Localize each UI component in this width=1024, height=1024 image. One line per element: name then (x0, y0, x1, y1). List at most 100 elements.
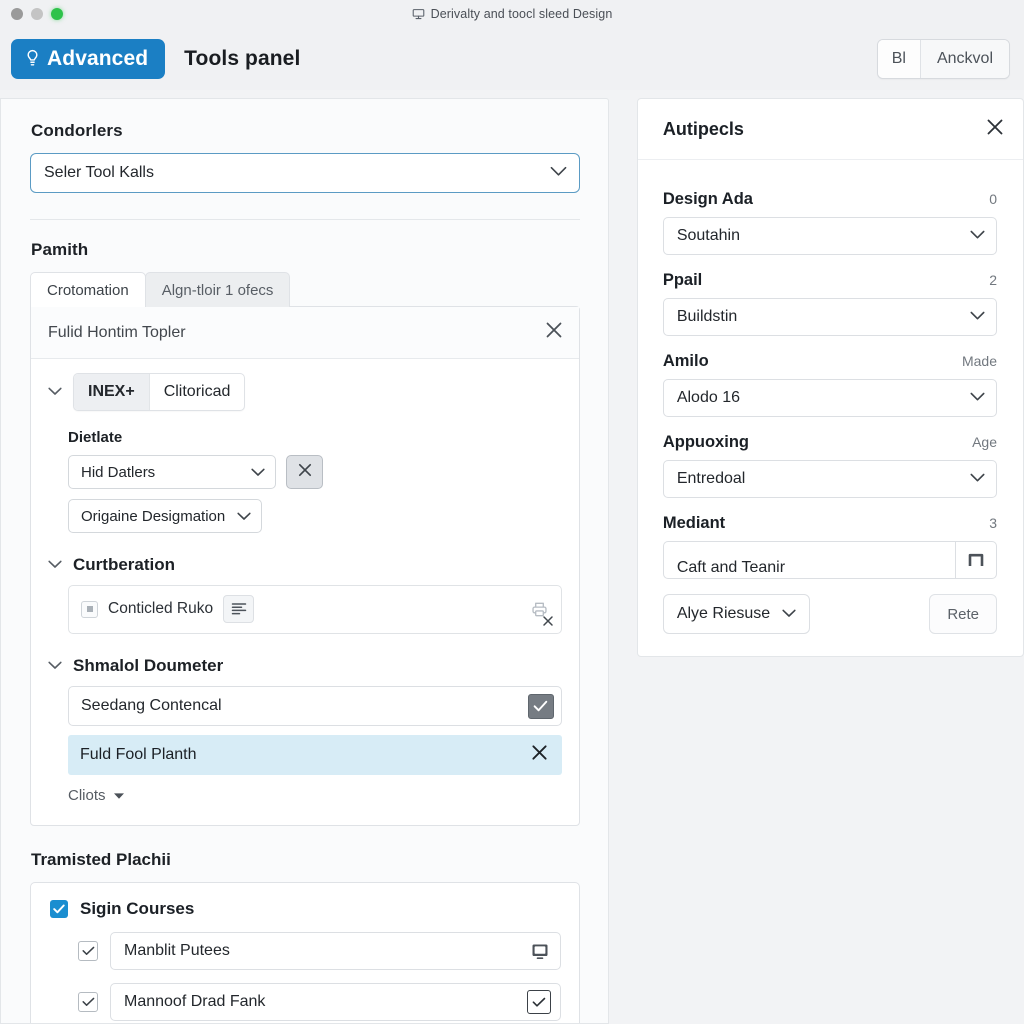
sigin-courses-label: Sigin Courses (80, 899, 195, 918)
chevron-down-icon (970, 470, 985, 488)
maximize-window-button[interactable] (51, 8, 63, 20)
tool-kalls-select[interactable]: Seler Tool Kalls (30, 153, 580, 193)
autipecls-title: Autipecls (662, 119, 744, 139)
checklist-card: Sigin Courses Manblit Putees Mannoof Dra… (30, 882, 580, 1023)
mode-segmented-control[interactable]: INEX+ Clitoricad (73, 373, 246, 411)
appuoxing-select[interactable]: Entredoal (662, 460, 997, 498)
lightbulb-icon (25, 49, 40, 68)
mediant-label-row: Mediant 3 (663, 514, 997, 533)
manblit-putees-field[interactable]: Manblit Putees (110, 932, 561, 970)
alye-riesuse-dropdown[interactable]: Alye Riesuse (662, 594, 811, 634)
mediant-meta: 3 (989, 515, 997, 531)
cliots-dropdown[interactable]: Cliots (68, 787, 125, 804)
fuld-fool-planth-label: Fuld Fool Planth (80, 746, 197, 763)
autipecls-footer: Alye Riesuse Rete (662, 594, 997, 634)
text-align-icon[interactable] (223, 595, 255, 623)
dietlate-label: Dietlate (68, 429, 123, 446)
caret-down-icon (113, 787, 125, 804)
amilo-label-row: Amilo Made (663, 352, 997, 371)
chevron-down-icon[interactable] (48, 657, 62, 675)
clear-dietlate-button[interactable] (286, 455, 323, 489)
rete-button[interactable]: Rete (929, 594, 997, 634)
tab-algn-tloir[interactable]: Algn-tloir 1 ofecs (144, 272, 291, 307)
square-outline-icon[interactable] (955, 541, 997, 579)
segment-anckvol[interactable]: Anckvol (919, 40, 1009, 78)
monitor-icon[interactable] (529, 940, 551, 962)
alye-riesuse-label: Alye Riesuse (676, 605, 771, 622)
design-ada-select[interactable]: Soutahin (662, 217, 997, 255)
segment-inex[interactable]: INEX+ (74, 374, 149, 410)
conticled-ruko-label: Conticled Ruko (108, 600, 214, 617)
close-icon[interactable] (544, 320, 564, 345)
ppail-meta: 2 (989, 272, 997, 288)
window-title-text: Derivalty and toocl sleed Design (430, 7, 613, 21)
advanced-badge-button[interactable]: Advanced (11, 39, 166, 79)
mode-row: INEX+ Clitoricad (48, 373, 562, 411)
app-header: Advanced Tools panel Bl Anckvol (0, 28, 1024, 90)
tab-crotomation[interactable]: Crotomation (30, 272, 146, 307)
mediant-input-group: Caft and Teanir (662, 541, 997, 579)
close-icon[interactable] (985, 117, 1005, 142)
design-ada-label: Design Ada (662, 190, 753, 208)
checkbox-checked-icon[interactable] (527, 693, 554, 719)
cliots-label: Cliots (68, 787, 106, 804)
minimize-window-button[interactable] (31, 8, 43, 20)
chevron-down-icon (241, 464, 265, 481)
mediant-input[interactable]: Caft and Teanir (662, 541, 955, 579)
appuoxing-value: Entredoal (676, 470, 746, 487)
tab-strip: Crotomation Algn-tloir 1 ofecs (30, 272, 580, 307)
shmalol-doumeter-title: Shmalol Doumeter (73, 656, 224, 675)
ppail-label-row: Ppail 2 (663, 271, 997, 290)
autipecls-header: Autipecls (637, 99, 1023, 160)
list-item[interactable]: Manblit Putees (78, 932, 561, 970)
appuoxing-label: Appuoxing (662, 433, 749, 451)
checkbox-checked-icon[interactable] (50, 900, 68, 918)
presentation-screen-icon (412, 8, 425, 21)
divider (30, 219, 580, 220)
card-header: Fulid Hontim Topler (31, 307, 579, 359)
tool-kalls-select-value: Seler Tool Kalls (44, 164, 154, 181)
close-small-icon[interactable] (542, 614, 554, 632)
chevron-down-icon (237, 508, 251, 525)
chevron-down-icon (970, 308, 985, 326)
chevron-down-icon[interactable] (48, 383, 62, 401)
hid-datlers-select[interactable]: Hid Datlers (68, 455, 276, 489)
origaine-designation-value: Origaine Desigmation (81, 507, 226, 525)
amilo-select[interactable]: Alodo 16 (662, 379, 997, 417)
close-icon (297, 462, 313, 483)
design-ada-meta: 0 (989, 191, 997, 207)
close-icon[interactable] (530, 743, 549, 767)
curtberation-header[interactable]: Curtberation (48, 555, 562, 575)
chevron-down-icon[interactable] (48, 556, 62, 574)
ppail-select[interactable]: Buildstin (662, 298, 997, 336)
advanced-badge-label: Advanced (47, 47, 149, 70)
mannoof-drad-fank-field[interactable]: Mannoof Drad Fank (110, 983, 561, 1021)
shmalol-doumeter-header[interactable]: Shmalol Doumeter (48, 656, 562, 676)
dietlate-row: Hid Datlers (68, 455, 562, 489)
main-stage: Condorlers Seler Tool Kalls Pamith Croto… (0, 90, 1024, 1024)
drag-handle-icon (81, 600, 98, 618)
conticled-ruko-row[interactable]: Conticled Ruko (68, 585, 562, 634)
amilo-meta: Made (961, 353, 997, 369)
mannoof-drad-fank-label: Mannoof Drad Fank (124, 993, 266, 1010)
segment-clitoricad[interactable]: Clitoricad (148, 374, 245, 410)
seedang-contencal-input[interactable]: Seedang Contencal (68, 686, 562, 726)
condorlers-label: Condorlers (31, 121, 123, 140)
checkbox-checked-icon[interactable] (78, 992, 98, 1012)
origaine-designation-select[interactable]: Origaine Desigmation (68, 499, 263, 533)
segment-bl[interactable]: Bl (877, 40, 920, 78)
header-segmented-control[interactable]: Bl Anckvol (876, 39, 1010, 79)
window-title-group: Derivalty and toocl sleed Design (0, 0, 1024, 28)
hid-datlers-select-value: Hid Datlers (81, 463, 156, 481)
fuld-fool-planth-row[interactable]: Fuld Fool Planth (68, 735, 562, 775)
checkbox-checked-icon[interactable] (78, 941, 98, 961)
sigin-courses-row[interactable]: Sigin Courses (50, 899, 561, 919)
list-item[interactable]: Mannoof Drad Fank (78, 983, 561, 1021)
close-window-button[interactable] (11, 8, 23, 20)
traffic-lights (0, 8, 63, 20)
checkbox-checked-icon[interactable] (526, 990, 551, 1014)
chevron-down-icon (550, 164, 567, 182)
design-ada-label-row: Design Ada 0 (663, 190, 997, 209)
appuoxing-meta: Age (972, 434, 997, 450)
window-titlebar: Derivalty and toocl sleed Design (0, 0, 1024, 28)
